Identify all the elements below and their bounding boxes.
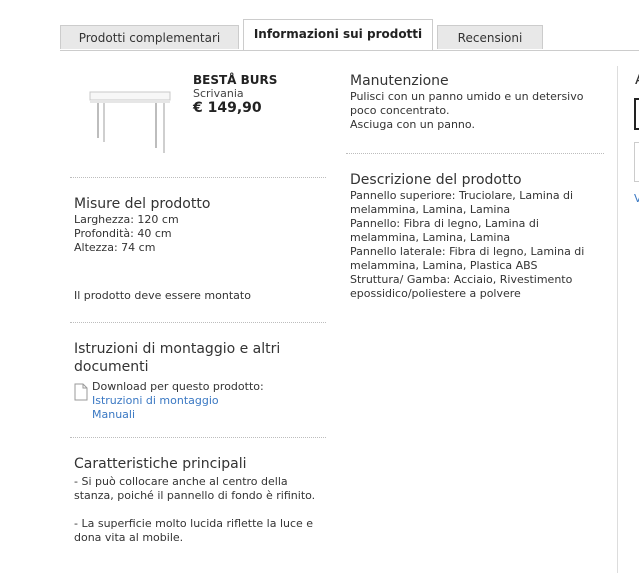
care-line: Pulisci con un panno umido e un detersiv… [350,90,584,117]
instructions-title: Istruzioni di montaggio e altri document… [74,341,281,375]
dimension-height: Altezza: 74 cm [74,241,156,254]
dimensions-title: Misure del prodotto [74,196,211,212]
divider [70,322,326,323]
side-panel-letter: A [635,70,639,88]
care-line: Asciuga con un panno. [350,118,475,131]
product-name: BESTÅ BURS [193,73,278,87]
tab-divider [60,50,639,51]
description-line: Pannello superiore: Truciolare, Lamina d… [350,189,574,216]
feature-item: - Si può collocare anche al centro della… [74,475,316,502]
assembly-instructions-link[interactable]: Istruzioni di montaggio [92,394,322,408]
manuals-link[interactable]: Manuali [92,408,322,422]
tab-reviews[interactable]: Recensioni [437,25,543,49]
care-title: Manutenzione [350,73,449,89]
side-panel-input[interactable] [634,98,639,130]
description-line: Struttura/ Gamba: Acciaio, Rivestimento … [350,273,573,300]
tab-complementary-products[interactable]: Prodotti complementari [60,25,239,49]
document-icon [74,383,88,401]
side-panel-link[interactable]: V [634,192,639,205]
dimension-depth: Profondità: 40 cm [74,227,172,240]
product-tabs: Prodotti complementari Informazioni sui … [0,0,639,52]
divider [70,437,326,438]
description-title: Descrizione del prodotto [350,172,522,188]
product-price: € 149,90 [193,100,262,116]
dimension-width: Larghezza: 120 cm [74,213,179,226]
desk-image [89,91,171,153]
product-image [88,86,172,156]
product-type: Scrivania [193,87,244,100]
side-panel-select[interactable] [634,142,639,182]
tab-product-information[interactable]: Informazioni sui prodotti [243,19,433,51]
feature-item: - La superficie molto lucida riflette la… [74,517,314,544]
download-label: Download per questo prodotto: [92,380,264,393]
assembly-note: Il prodotto deve essere montato [74,289,251,302]
divider [346,153,604,154]
divider [70,177,326,178]
description-line: Pannello laterale: Fibra di legno, Lamin… [350,245,585,272]
features-title: Caratteristiche principali [74,456,247,472]
side-panel: A V [617,66,639,573]
description-line: Pannello: Fibra di legno, Lamina di mela… [350,217,539,244]
